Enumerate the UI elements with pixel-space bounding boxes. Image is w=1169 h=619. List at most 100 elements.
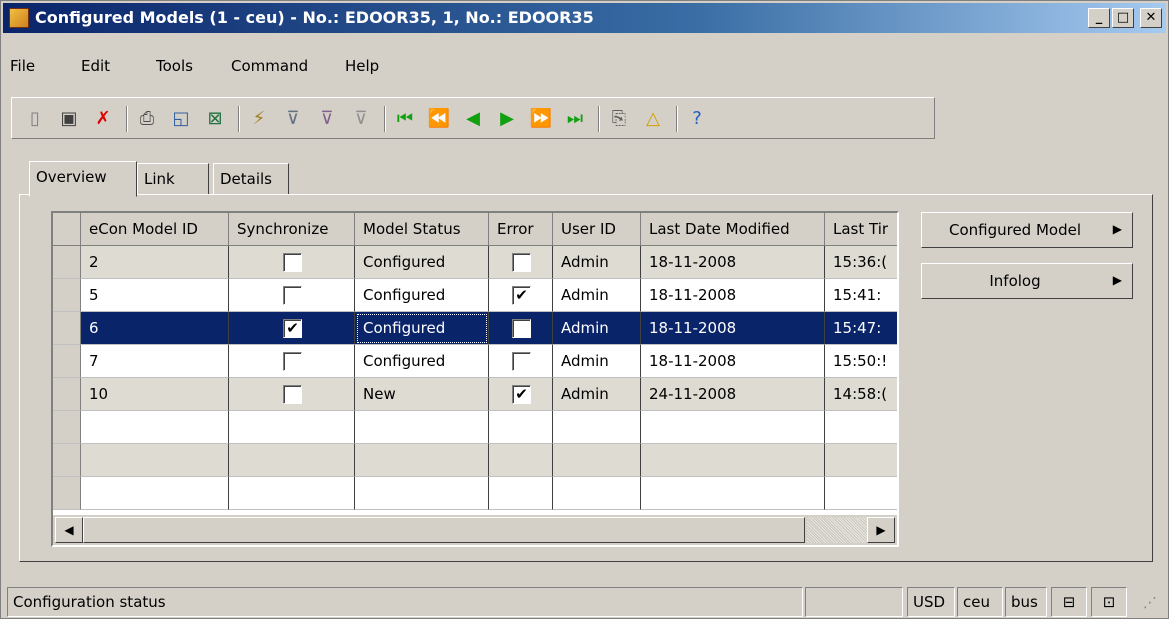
menu-file[interactable]: File <box>10 57 35 75</box>
cell-synchronize[interactable] <box>229 279 355 312</box>
tab-details[interactable]: Details <box>213 163 289 195</box>
cell-error[interactable] <box>489 312 553 345</box>
cell-last-time[interactable]: 15:47: <box>825 312 897 345</box>
scroll-left-icon[interactable]: ◀ <box>55 517 83 543</box>
save-icon[interactable]: ▣ <box>56 107 82 131</box>
cell-synchronize[interactable] <box>229 378 355 411</box>
advanced-filter-icon[interactable]: ⊽ <box>314 107 340 131</box>
cell-last-date-modified[interactable] <box>641 477 825 510</box>
row-selector[interactable] <box>53 444 81 477</box>
status-layer[interactable]: bus <box>1005 587 1047 617</box>
minimize-button[interactable]: _ <box>1088 8 1110 28</box>
scroll-right-icon[interactable]: ▶ <box>867 517 895 543</box>
next-page-icon[interactable]: ⏩ <box>528 107 554 131</box>
menu-tools[interactable]: Tools <box>156 57 193 75</box>
help-icon[interactable]: ? <box>684 107 710 131</box>
synchronize-checkbox[interactable]: ✔ <box>283 319 302 338</box>
error-checkbox[interactable]: ✔ <box>512 385 531 404</box>
empty-table-row[interactable] <box>53 444 897 477</box>
alert-icon[interactable]: △ <box>640 107 666 131</box>
cell-synchronize[interactable] <box>229 345 355 378</box>
cell-model-status[interactable] <box>355 444 489 477</box>
column-header-user-id[interactable]: User ID <box>553 213 641 246</box>
resize-grip-icon[interactable]: ⋰ <box>1143 595 1157 611</box>
filter-by-grid-icon[interactable]: ⊽ <box>280 107 306 131</box>
table-row[interactable]: 7 Configured Admin 18-11-2008 15:50:! <box>53 345 897 378</box>
synchronize-checkbox[interactable] <box>283 385 302 404</box>
row-selector[interactable] <box>53 378 81 411</box>
cell-last-time[interactable] <box>825 444 897 477</box>
cell-model-id[interactable] <box>81 477 229 510</box>
cell-model-id[interactable]: 5 <box>81 279 229 312</box>
cell-user-id[interactable]: Admin <box>553 246 641 279</box>
table-row[interactable]: 2 Configured Admin 18-11-2008 15:36:( <box>53 246 897 279</box>
new-icon[interactable]: ▯ <box>22 107 48 131</box>
error-checkbox[interactable]: ✔ <box>512 286 531 305</box>
cell-error[interactable] <box>489 246 553 279</box>
cell-model-id[interactable] <box>81 444 229 477</box>
empty-table-row[interactable] <box>53 477 897 510</box>
remove-filter-icon[interactable]: ⊽ <box>348 107 374 131</box>
cell-error[interactable]: ✔ <box>489 279 553 312</box>
cell-model-status[interactable]: Configured <box>355 345 489 378</box>
table-row[interactable]: 5 Configured ✔ Admin 18-11-2008 15:41: <box>53 279 897 312</box>
attach-document-icon[interactable]: ⎘ <box>606 107 632 131</box>
cell-synchronize[interactable] <box>229 444 355 477</box>
next-record-icon[interactable]: ▶ <box>494 107 520 131</box>
column-header-last-time[interactable]: Last Tir <box>825 213 897 246</box>
header-selector[interactable] <box>53 213 81 246</box>
menu-help[interactable]: Help <box>345 57 379 75</box>
cell-last-date-modified[interactable]: 18-11-2008 <box>641 246 825 279</box>
synchronize-checkbox[interactable] <box>283 352 302 371</box>
column-header-synchronize[interactable]: Synchronize <box>229 213 355 246</box>
cell-user-id[interactable] <box>553 411 641 444</box>
column-header-model-id[interactable]: eCon Model ID <box>81 213 229 246</box>
horizontal-scrollbar[interactable]: ◀ ▶ <box>53 515 897 545</box>
column-header-last-date-modified[interactable]: Last Date Modified <box>641 213 825 246</box>
scroll-thumb[interactable] <box>83 517 805 543</box>
cell-last-time[interactable]: 15:36:( <box>825 246 897 279</box>
cell-synchronize[interactable] <box>229 246 355 279</box>
cell-last-date-modified[interactable]: 18-11-2008 <box>641 345 825 378</box>
cell-error[interactable] <box>489 444 553 477</box>
scroll-track[interactable] <box>807 517 867 543</box>
cell-error[interactable]: ✔ <box>489 378 553 411</box>
infolog-button[interactable]: Infolog ▶ <box>921 263 1133 299</box>
tab-overview[interactable]: Overview <box>29 161 137 197</box>
last-record-icon[interactable]: ⏭ <box>562 107 588 131</box>
delete-icon[interactable]: ✗ <box>90 107 116 131</box>
cell-error[interactable] <box>489 411 553 444</box>
title-bar[interactable]: Configured Models (1 - ceu) - No.: EDOOR… <box>3 3 1166 33</box>
menu-command[interactable]: Command <box>231 57 308 75</box>
cell-synchronize[interactable]: ✔ <box>229 312 355 345</box>
cell-model-id[interactable]: 7 <box>81 345 229 378</box>
first-record-icon[interactable]: ⏮ <box>392 107 418 131</box>
models-grid[interactable]: eCon Model ID Synchronize Model Status E… <box>51 211 899 547</box>
cell-last-time[interactable] <box>825 477 897 510</box>
row-selector[interactable] <box>53 345 81 378</box>
previous-record-icon[interactable]: ◀ <box>460 107 486 131</box>
cell-model-status[interactable] <box>355 411 489 444</box>
cell-last-time[interactable]: 14:58:( <box>825 378 897 411</box>
database-sync-icon[interactable]: ⊡ <box>1091 587 1127 617</box>
synchronize-checkbox[interactable] <box>283 253 302 272</box>
cell-user-id[interactable]: Admin <box>553 345 641 378</box>
cell-last-date-modified[interactable] <box>641 444 825 477</box>
tab-link[interactable]: Link <box>137 163 209 195</box>
cell-last-date-modified[interactable] <box>641 411 825 444</box>
column-header-error[interactable]: Error <box>489 213 553 246</box>
error-checkbox[interactable] <box>512 352 531 371</box>
print-icon[interactable]: ⎙ <box>134 107 160 131</box>
cell-model-status[interactable]: Configured <box>355 246 489 279</box>
cell-model-id[interactable]: 10 <box>81 378 229 411</box>
cell-last-date-modified[interactable]: 18-11-2008 <box>641 312 825 345</box>
error-checkbox[interactable] <box>512 253 531 272</box>
cell-user-id[interactable]: Admin <box>553 279 641 312</box>
cell-model-status[interactable]: Configured <box>355 279 489 312</box>
cell-user-id[interactable]: Admin <box>553 312 641 345</box>
menu-edit[interactable]: Edit <box>81 57 110 75</box>
print-preview-icon[interactable]: ◱ <box>168 107 194 131</box>
cell-model-id[interactable]: 2 <box>81 246 229 279</box>
cell-synchronize[interactable] <box>229 477 355 510</box>
cell-model-status[interactable]: Configured <box>355 312 489 345</box>
